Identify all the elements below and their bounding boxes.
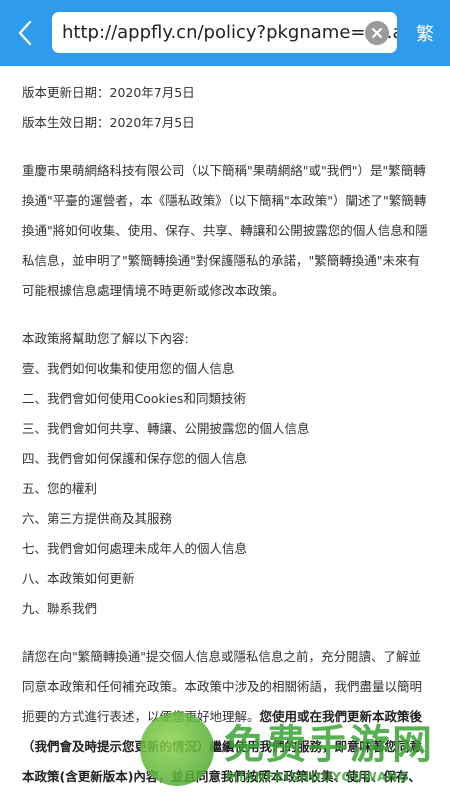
- toc-item: 壹、我們如何收集和使用您的個人信息: [22, 361, 235, 376]
- toc-section: 本政策將幫助您了解以下內容: 壹、我們如何收集和使用您的個人信息 二、我們會如何…: [22, 324, 428, 624]
- back-button[interactable]: [0, 0, 50, 66]
- closing-paragraph: 請您在向"繁簡轉換通"提交個人信息或隱私信息之前，充分閱讀、了解並同意本政策和任…: [22, 642, 428, 800]
- toc-item: 二、我們會如何使用Cookies和同類技術: [22, 391, 246, 406]
- policy-content[interactable]: 版本更新日期：2020年7月5日 版本生效日期：2020年7月5日 重慶市果萌網…: [0, 66, 450, 800]
- close-icon: [372, 28, 382, 38]
- version-updated-date: 版本更新日期：2020年7月5日: [22, 85, 195, 100]
- clear-url-button[interactable]: [365, 21, 389, 45]
- toc-item: 三、我們會如何共享、轉讓、公開披露您的個人信息: [22, 421, 310, 436]
- toc-item: 七、我們會如何處理未成年人的個人信息: [22, 541, 248, 556]
- address-bar[interactable]: http://appfly.cn/policy?pkgname=cn.app: [52, 12, 397, 53]
- toc-item: 八、本政策如何更新: [22, 571, 135, 586]
- intro-paragraph: 重慶市果萌網絡科技有限公司（以下簡稱"果萌網絡"或"我們"）是"繁簡轉換通"平臺…: [22, 156, 428, 306]
- toc-item: 六、第三方提供商及其服務: [22, 511, 173, 526]
- toc-item: 四、我們會如何保護和保存您的個人信息: [22, 451, 248, 466]
- browser-toolbar: http://appfly.cn/policy?pkgname=cn.app 繁: [0, 0, 450, 66]
- version-effective-date: 版本生效日期：2020年7月5日: [22, 115, 195, 130]
- toc-item: 五、您的權利: [22, 481, 98, 496]
- toc-title: 本政策將幫助您了解以下內容:: [22, 331, 189, 346]
- intro-text: 重慶市果萌網絡科技有限公司（以下簡稱"果萌網絡"或"我們"）是"繁簡轉換通"平臺…: [22, 163, 428, 298]
- chevron-left-icon: [18, 20, 32, 46]
- url-text[interactable]: http://appfly.cn/policy?pkgname=cn.app: [62, 12, 397, 53]
- closing-text: 請您在向"繁簡轉換通"提交個人信息或隱私信息之前，充分閱讀、了解並同意本政策和任…: [22, 642, 428, 800]
- toc-item: 九、聯系我們: [22, 601, 98, 616]
- traditional-convert-button[interactable]: 繁: [400, 0, 450, 66]
